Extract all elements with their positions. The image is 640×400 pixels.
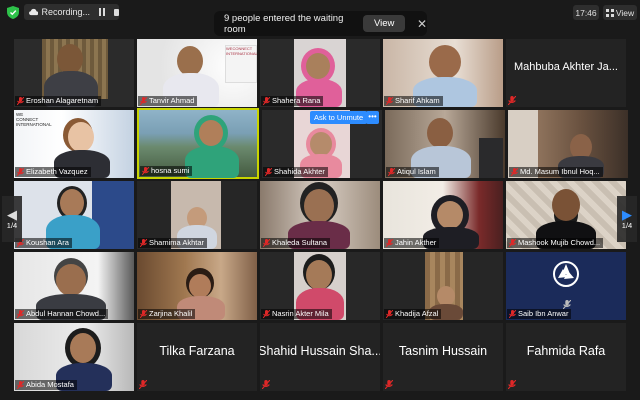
- muted-mic-icon: [142, 167, 149, 175]
- chevron-left-icon: ◀: [7, 207, 17, 222]
- participant-tile[interactable]: Eroshan Alagaretnam: [14, 39, 134, 107]
- participant-tile[interactable]: Md. Masum Ibnul Hoq...: [508, 110, 628, 178]
- participant-tile[interactable]: Koushan Ara: [14, 181, 134, 249]
- participant-tile[interactable]: Zarjina Khalil: [137, 252, 257, 320]
- participant-name: Abdul Hannan Chowd...: [15, 309, 109, 319]
- stop-recording-icon[interactable]: [113, 8, 120, 16]
- recording-label: Recording...: [41, 7, 90, 17]
- page-indicator: 1/4: [621, 221, 633, 230]
- muted-mic-icon: [140, 310, 147, 318]
- muted-mic-icon: [385, 380, 393, 389]
- participant-tile[interactable]: Khaleda Sultana: [260, 181, 380, 249]
- participant-name: Nasrin Akter Mila: [261, 309, 332, 319]
- participant-tile[interactable]: Nasrin Akter Mila: [260, 252, 380, 320]
- muted-mic-icon: [511, 168, 518, 176]
- participant-name: Sharif Ahkam: [384, 96, 443, 106]
- participant-name: Atiqul Islam: [386, 167, 439, 177]
- participant-tile[interactable]: Atiqul Islam: [385, 110, 505, 178]
- grid-icon: [605, 8, 614, 17]
- muted-mic-icon: [563, 300, 571, 309]
- muted-mic-icon: [17, 310, 24, 318]
- participant-name-large: Tasnim Hussain: [398, 344, 488, 358]
- muted-mic-icon: [265, 168, 272, 176]
- next-page-button[interactable]: ▶ 1/4: [617, 196, 637, 242]
- participant-name: Shahida Akhter: [263, 167, 328, 177]
- participant-tile[interactable]: WE CONNECT INTERNATIONAL Elizabeth Vazque…: [14, 110, 134, 178]
- participant-name: Khaleda Sultana: [261, 238, 331, 248]
- view-menu-button[interactable]: View: [603, 5, 637, 20]
- recording-indicator: Recording...: [24, 4, 120, 20]
- participant-name: Zarjina Khalil: [138, 309, 196, 319]
- participant-name: Elizabeth Vazquez: [15, 167, 91, 177]
- participant-tile[interactable]: Sharif Ahkam: [383, 39, 503, 107]
- muted-mic-icon: [263, 239, 270, 247]
- pause-recording-icon[interactable]: [98, 8, 105, 16]
- participant-name-large: Mahbuba Akhter Ja...: [514, 61, 618, 73]
- muted-mic-icon: [263, 310, 270, 318]
- participant-name: Shahera Rana: [261, 96, 324, 106]
- participant-tile-active-speaker[interactable]: hosna sumi: [137, 108, 259, 179]
- participant-tile[interactable]: Shahera Rana: [260, 39, 380, 107]
- participant-name-large: Tilka Farzana: [159, 344, 235, 358]
- clock: 17:46: [573, 5, 599, 20]
- previous-page-button[interactable]: ◀ 1/4: [2, 196, 22, 242]
- participant-name: Jahin Akther: [384, 238, 440, 248]
- participant-tile[interactable]: Fahmida Rafa: [506, 323, 626, 391]
- participant-tile[interactable]: Abida Mostafa: [14, 323, 134, 391]
- cloud-recording-icon: [29, 8, 39, 16]
- muted-mic-icon: [17, 97, 24, 105]
- participant-tile[interactable]: Mahbuba Akhter Ja...: [506, 39, 626, 107]
- ask-to-unmute-button[interactable]: Ask to Unmute: [310, 111, 368, 124]
- participant-name: Saib Ibn Anwar: [507, 309, 572, 319]
- muted-mic-icon: [508, 380, 516, 389]
- participant-tile[interactable]: Saib Ibn Anwar: [506, 252, 626, 320]
- participant-name: Khadija Afzal: [384, 309, 442, 319]
- muted-mic-icon: [508, 96, 516, 105]
- muted-mic-icon: [263, 97, 270, 105]
- muted-mic-icon: [17, 381, 24, 389]
- participant-name: Md. Masum Ibnul Hoq...: [509, 167, 603, 177]
- participant-name: Mashook Mujib Chowd...: [507, 238, 604, 248]
- close-icon[interactable]: ✕: [417, 18, 427, 30]
- muted-mic-icon: [386, 97, 393, 105]
- muted-mic-icon: [386, 239, 393, 247]
- participant-tile[interactable]: Tilka Farzana: [137, 323, 257, 391]
- muted-mic-icon: [509, 310, 516, 318]
- participant-tile[interactable]: Shahid Hussain Sha...: [260, 323, 380, 391]
- participant-tile[interactable]: Shamima Akhtar: [137, 181, 257, 249]
- participant-tile[interactable]: Abdul Hannan Chowd...: [14, 252, 134, 320]
- camera-logo-icon: [553, 261, 579, 287]
- participant-name: Shamima Akhtar: [138, 238, 208, 248]
- chevron-right-icon: ▶: [622, 207, 632, 222]
- waiting-room-text: 9 people entered the waiting room: [224, 12, 344, 35]
- muted-mic-icon: [139, 380, 147, 389]
- participant-name: Tanvir Ahmad: [138, 96, 198, 106]
- muted-mic-icon: [140, 97, 147, 105]
- participant-name-large: Fahmida Rafa: [526, 344, 606, 358]
- view-waiting-room-button[interactable]: View: [363, 15, 405, 32]
- participant-tile[interactable]: Khadija Afzal: [383, 252, 503, 320]
- muted-mic-icon: [140, 239, 147, 247]
- muted-mic-icon: [388, 168, 395, 176]
- muted-mic-icon: [262, 380, 270, 389]
- participant-tile[interactable]: WECONNECT INTERNATIONAL Tanvir Ahmad: [137, 39, 257, 107]
- participant-name: Abida Mostafa: [15, 380, 77, 390]
- muted-mic-icon: [509, 239, 516, 247]
- participant-name-large: Shahid Hussain Sha...: [260, 344, 380, 358]
- participant-tile[interactable]: Jahin Akther: [383, 181, 503, 249]
- participant-name: Koushan Ara: [15, 238, 72, 248]
- participant-name: hosna sumi: [140, 166, 193, 176]
- participant-tile[interactable]: Mashook Mujib Chowd...: [506, 181, 626, 249]
- participant-tile[interactable]: Tasnim Hussain: [383, 323, 503, 391]
- muted-mic-icon: [17, 168, 24, 176]
- more-options-button[interactable]: •••: [366, 111, 379, 124]
- muted-mic-icon: [386, 310, 393, 318]
- shield-icon: [7, 6, 19, 19]
- participant-name: Eroshan Alagaretnam: [15, 96, 102, 106]
- page-indicator: 1/4: [6, 221, 18, 230]
- view-menu-label: View: [615, 7, 635, 18]
- waiting-room-notification: 9 people entered the waiting room View ✕: [214, 11, 427, 36]
